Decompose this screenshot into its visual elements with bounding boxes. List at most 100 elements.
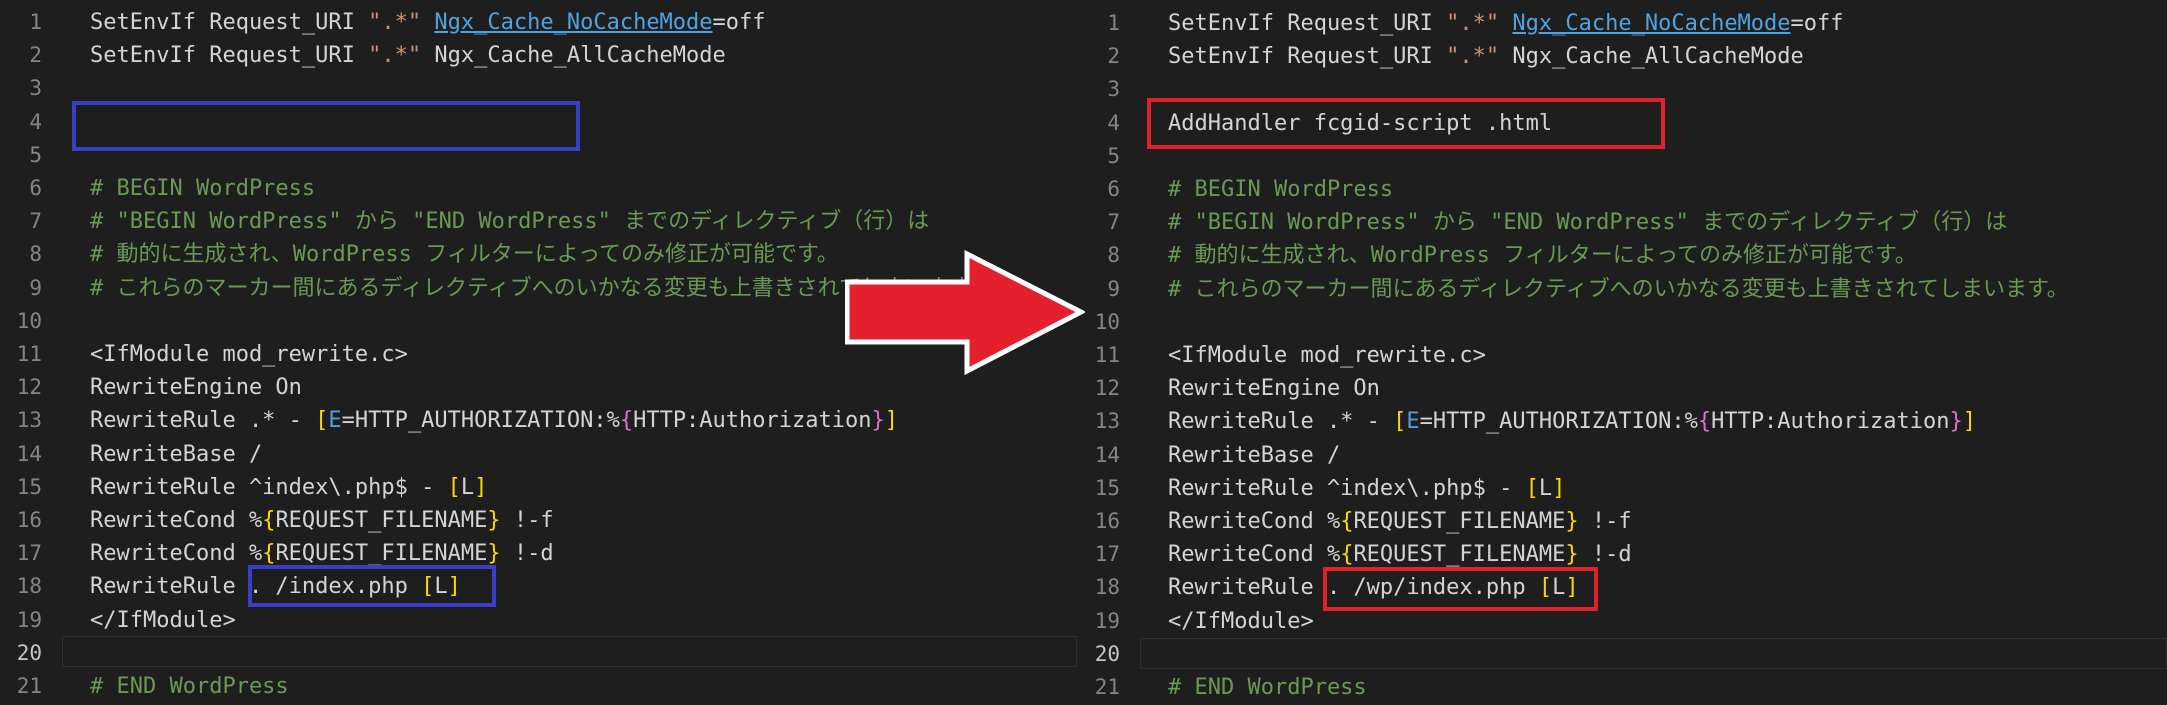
code-text: # END WordPress — [90, 670, 289, 703]
code-token: { — [1340, 509, 1354, 534]
right-arrow-icon — [845, 250, 1085, 375]
code-token: ] — [1962, 409, 1976, 435]
line-number: 9 — [29, 275, 42, 300]
code-token: RewriteEngine On — [1168, 376, 1380, 402]
code-text: # 動的に生成され、WordPress フィルターによってのみ修正が可能です。 — [1168, 239, 1917, 272]
code-token: # これらのマーカー間にあるディレクティブへのいかなる変更も上書きされてしまいま… — [1168, 276, 2069, 302]
code-token: { — [619, 408, 634, 434]
code-token: } — [1565, 509, 1579, 534]
line-number: 14 — [1094, 442, 1120, 467]
code-token: # BEGIN WordPress — [1168, 177, 1394, 202]
code-token: } — [1565, 542, 1579, 568]
code-text: # 動的に生成され、WordPress フィルターによってのみ修正が可能です。 — [90, 238, 839, 271]
code-token: [ — [315, 408, 329, 434]
code-token: Ngx_Cache_NoCacheMode — [1512, 11, 1791, 36]
code-token: ] — [474, 474, 488, 500]
code-token: # "BEGIN WordPress" から "END WordPress" ま… — [90, 209, 930, 235]
code-token: RewriteRule ^index\.php$ - — [1168, 475, 1526, 501]
code-token: L — [1538, 475, 1553, 501]
code-token: RewriteCond % — [90, 508, 263, 533]
code-token: HTTP:Authorization — [1711, 409, 1950, 435]
line-number: 4 — [1107, 110, 1120, 135]
highlight-box-addhandler — [1147, 98, 1665, 149]
line-number: 7 — [1107, 210, 1120, 235]
code-token: } — [487, 508, 501, 533]
code-token: REQUEST_FILENAME — [1353, 542, 1566, 568]
line-number: 18 — [16, 574, 42, 599]
code-token: ".*" — [368, 10, 422, 35]
code-token: L — [460, 474, 475, 500]
code-token: RewriteCond % — [1168, 509, 1341, 534]
code-token: !-d — [500, 541, 554, 567]
code-text: # END WordPress — [1168, 671, 1367, 704]
line-number: 20 — [1094, 641, 1120, 666]
code-text: # BEGIN WordPress — [1168, 173, 1393, 206]
code-text: RewriteBase / — [90, 438, 262, 471]
code-token: =off — [1790, 11, 1844, 36]
code-token: REQUEST_FILENAME — [275, 508, 488, 533]
code-token: SetEnvIf Request_URI — [1168, 11, 1447, 36]
code-token: REQUEST_FILENAME — [1353, 509, 1566, 534]
code-token: } — [487, 541, 501, 567]
code-text: SetEnvIf Request_URI ".*" Ngx_Cache_AllC… — [1168, 40, 1804, 73]
code-token: } — [871, 408, 885, 434]
line-number: 13 — [1094, 409, 1120, 434]
code-token: SetEnvIf Request_URI — [1168, 44, 1447, 70]
line-number: 20 — [16, 640, 42, 665]
code-token: RewriteBase / — [1168, 442, 1341, 468]
line-number: 2 — [29, 43, 42, 68]
code-text: # BEGIN WordPress — [90, 172, 315, 205]
line-number: 3 — [29, 76, 42, 101]
line-number: 4 — [29, 109, 42, 134]
code-token: ] — [884, 408, 898, 434]
code-token: [ — [447, 474, 461, 500]
line-number: 21 — [1094, 675, 1120, 699]
code-token: [ — [1525, 475, 1539, 501]
code-token: HTTP:Authorization — [633, 408, 872, 434]
code-text: <IfModule mod_rewrite.c> — [1168, 339, 1486, 372]
code-text: </IfModule> — [90, 604, 236, 637]
line-number: 21 — [16, 674, 42, 698]
code-token: RewriteCond % — [1168, 542, 1341, 568]
code-token: =HTTP_AUTHORIZATION:% — [341, 408, 620, 434]
line-number: 6 — [29, 176, 42, 200]
code-token: <IfModule mod_rewrite.c> — [90, 342, 408, 367]
editor-pane-after[interactable]: 1 SetEnvIf Request_URI ".*" Ngx_Cache_NoC… — [1078, 0, 2167, 705]
line-number: 15 — [16, 474, 42, 499]
line-number: 3 — [1107, 77, 1120, 102]
line-number: 7 — [29, 209, 42, 234]
code-token: !-d — [1578, 542, 1632, 568]
code-token: ".*" — [1446, 11, 1500, 36]
code-token: # "BEGIN WordPress" から "END WordPress" ま… — [1168, 210, 2008, 236]
code-token: ] — [1552, 475, 1566, 501]
code-text: RewriteRule ^index\.php$ - [L] — [90, 471, 487, 504]
code-token: RewriteEngine On — [90, 375, 302, 401]
code-text: RewriteRule .* - [E=HTTP_AUTHORIZATION:%… — [1168, 405, 1976, 438]
line-number: 11 — [16, 342, 42, 366]
code-text: RewriteEngine On — [90, 371, 302, 404]
line-number: 5 — [1107, 143, 1120, 168]
code-text: RewriteCond %{REQUEST_FILENAME} !-f — [90, 504, 554, 537]
code-token: RewriteRule ^index\.php$ - — [90, 474, 448, 500]
current-line-highlight — [62, 636, 1077, 667]
code-token: =off — [712, 10, 766, 35]
code-token: { — [262, 541, 276, 567]
line-number: 12 — [1094, 376, 1120, 401]
highlight-box-wp-index-path — [1323, 567, 1598, 611]
code-text: RewriteEngine On — [1168, 372, 1380, 405]
code-token: RewriteCond % — [90, 541, 263, 567]
code-token: { — [1697, 409, 1712, 435]
code-text: SetEnvIf Request_URI ".*" Ngx_Cache_NoCa… — [1168, 7, 1844, 40]
line-number: 8 — [29, 242, 42, 267]
line-number: 6 — [1107, 177, 1120, 201]
line-number: 1 — [29, 10, 42, 34]
line-number: 16 — [16, 508, 42, 532]
code-token: { — [1340, 542, 1354, 568]
line-number: 17 — [16, 541, 42, 566]
line-number: 18 — [1094, 575, 1120, 600]
code-token: =HTTP_AUTHORIZATION:% — [1419, 409, 1698, 435]
code-text: # これらのマーカー間にあるディレクティブへのいかなる変更も上書きされてしまいま… — [1168, 273, 2069, 306]
code-token: # 動的に生成され、WordPress フィルターによってのみ修正が可能です。 — [1168, 243, 1917, 269]
highlight-box-empty-line-4 — [72, 101, 580, 151]
